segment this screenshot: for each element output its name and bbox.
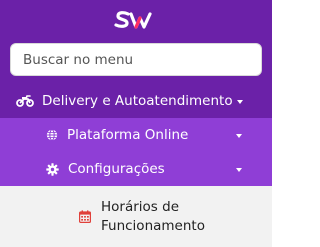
calendar-icon xyxy=(79,210,91,223)
chevron-down-icon xyxy=(236,134,242,138)
search-input[interactable] xyxy=(10,43,262,76)
search-box xyxy=(10,43,262,76)
sw-logo-icon xyxy=(114,11,152,29)
globe-icon xyxy=(46,129,58,141)
gear-icon xyxy=(46,162,59,176)
menu-item-label: Configurações xyxy=(68,161,165,177)
menu-item-label: Horários de Funcionamento xyxy=(101,198,205,234)
menu-item-plataforma-online[interactable]: Plataforma Online xyxy=(0,118,272,152)
menu-item-label: Delivery e Autoatendimento xyxy=(42,93,233,109)
menu-item-configuracoes[interactable]: Configurações xyxy=(0,152,272,186)
menu-item-delivery[interactable]: Delivery e Autoatendimento xyxy=(0,84,272,118)
chevron-down-icon xyxy=(237,100,243,104)
brand-logo[interactable] xyxy=(0,0,272,40)
menu-item-horarios-de-funcionamento[interactable]: Horários de Funcionamento xyxy=(0,186,272,247)
sidebar-menu: Delivery e Autoatendimento Plataforma On… xyxy=(0,0,272,247)
menu-item-label: Plataforma Online xyxy=(67,127,189,143)
motorcycle-icon xyxy=(16,95,34,107)
chevron-down-icon xyxy=(236,168,242,172)
